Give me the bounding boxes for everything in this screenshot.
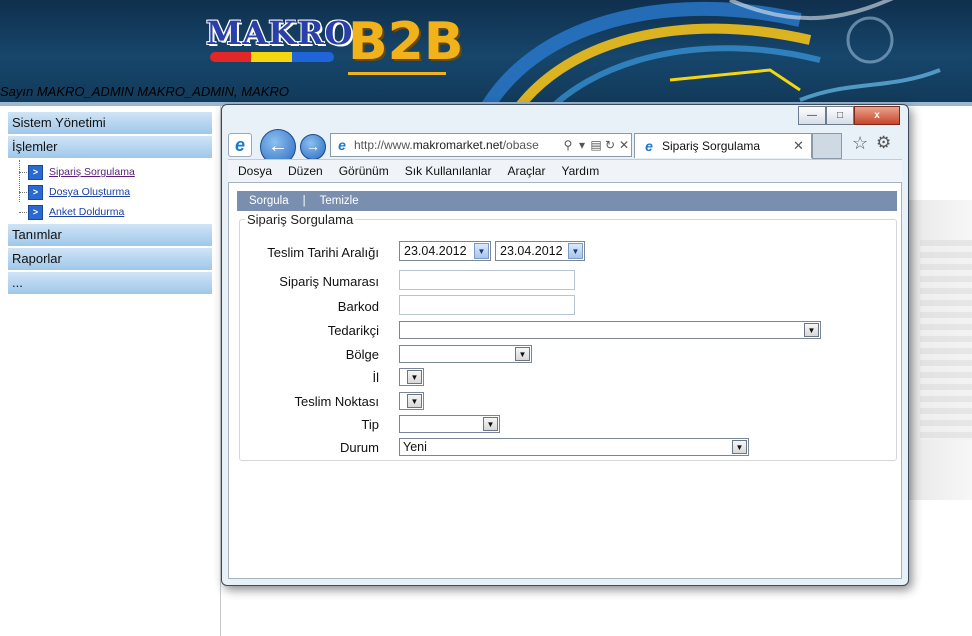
city-select[interactable]: ▼ xyxy=(399,368,424,386)
browser-nav-row: e ← → e http://www.makromarket.net/obase… xyxy=(228,129,902,165)
b2b-logo-text: B2B xyxy=(348,12,464,72)
menu-araclar[interactable]: Araçlar xyxy=(507,164,545,178)
background-image xyxy=(920,240,972,440)
date-range-label: Teslim Tarihi Aralığı xyxy=(267,245,379,260)
minimize-button[interactable]: — xyxy=(798,106,826,125)
order-number-input[interactable] xyxy=(399,270,575,290)
chevron-down-icon[interactable]: ▼ xyxy=(483,417,498,431)
browser-window: — □ x e ← → e http://www.makromarket.net… xyxy=(221,104,909,586)
browser-menubar: Dosya Düzen Görünüm Sık Kullanılanlar Ar… xyxy=(228,159,902,182)
order-number-label: Sipariş Numarası xyxy=(279,274,379,289)
makro-logo-text: MAKRO xyxy=(206,14,354,52)
window-controls: — □ x xyxy=(798,106,900,125)
welcome-text: Sayın MAKRO_ADMIN MAKRO_ADMIN, MAKRO xyxy=(0,84,289,99)
address-bar[interactable]: e http://www.makromarket.net/obase ⚲ ▾ ▤… xyxy=(330,133,632,157)
menu-category-islemler[interactable]: İşlemler xyxy=(8,136,212,160)
favorites-star-icon[interactable]: ☆ xyxy=(852,133,868,154)
makro-logo-stripes xyxy=(210,52,334,62)
compatibility-icon[interactable]: ▤ xyxy=(589,138,603,152)
url-prefix: http://www. xyxy=(354,138,413,152)
menu-category-raporlar[interactable]: Raporlar xyxy=(8,248,212,272)
search-icon[interactable]: ⚲ xyxy=(561,138,575,152)
tab-close-icon[interactable]: ✕ xyxy=(793,138,811,154)
submenu-item-siparis-sorgulama[interactable]: > Sipariş Sorgulama xyxy=(8,162,212,182)
type-label: Tip xyxy=(361,417,379,432)
menu-category-sistem-yonetimi[interactable]: Sistem Yönetimi xyxy=(8,112,212,136)
dropdown-icon[interactable]: ▾ xyxy=(575,138,589,152)
type-select[interactable]: ▼ xyxy=(399,415,500,433)
chevron-down-icon[interactable]: ▼ xyxy=(407,370,422,384)
barcode-input[interactable] xyxy=(399,295,575,315)
tab-siparis-sorgulama[interactable]: e Sipariş Sorgulama ✕ xyxy=(634,133,812,158)
submenu-item-dosya-olusturma[interactable]: > Dosya Oluşturma xyxy=(8,182,212,202)
supplier-select[interactable]: ▼ xyxy=(399,321,821,339)
url-domain: makromarket.net xyxy=(412,138,503,152)
menu-duzen[interactable]: Düzen xyxy=(288,164,323,178)
chevron-down-icon[interactable]: ▼ xyxy=(515,347,530,361)
arrow-right-icon: > xyxy=(28,204,43,220)
arrow-right-icon: > xyxy=(28,184,43,200)
site-header: MAKRO B2B Sayın MAKRO_ADMIN MAKRO_ADMIN,… xyxy=(0,0,972,102)
chevron-down-icon[interactable]: ▼ xyxy=(407,394,422,408)
forward-button[interactable]: → xyxy=(300,134,326,160)
chevron-down-icon[interactable]: ▼ xyxy=(732,440,747,454)
supplier-label: Tedarikçi xyxy=(327,323,379,338)
menu-sik-kullanilanlar[interactable]: Sık Kullanılanlar xyxy=(405,164,492,178)
tools-gear-icon[interactable]: ⚙ xyxy=(876,133,891,153)
maximize-button[interactable]: □ xyxy=(826,106,854,125)
page-icon: e xyxy=(338,137,346,153)
tab-title: Sipariş Sorgulama xyxy=(662,139,761,153)
submenu-link[interactable]: Anket Doldurma xyxy=(49,206,124,218)
chevron-down-icon[interactable]: ▼ xyxy=(804,323,819,337)
ie-logo-icon: e xyxy=(228,133,252,157)
date-from-value: 23.04.2012 xyxy=(404,244,467,258)
tree-connector xyxy=(19,172,27,173)
toolbar-separator: | xyxy=(302,195,306,207)
menu-category-tanimlar[interactable]: Tanımlar xyxy=(8,224,212,248)
date-to-value: 23.04.2012 xyxy=(500,244,563,258)
status-label: Durum xyxy=(339,440,379,455)
date-to-picker[interactable]: 23.04.2012 ▼ xyxy=(495,241,585,261)
submenu-item-anket-doldurma[interactable]: > Anket Doldurma xyxy=(8,202,212,222)
left-nav-menu: Sistem Yönetimi İşlemler > Sipariş Sorgu… xyxy=(8,112,212,296)
islemler-submenu: > Sipariş Sorgulama > Dosya Oluşturma > … xyxy=(8,160,212,224)
region-select[interactable]: ▼ xyxy=(399,345,532,363)
chevron-down-icon[interactable]: ▼ xyxy=(474,243,489,259)
menu-category-more[interactable]: ... xyxy=(8,272,212,296)
delivery-point-select[interactable]: ▼ xyxy=(399,392,424,410)
tree-connector xyxy=(19,192,27,193)
menu-dosya[interactable]: Dosya xyxy=(238,164,272,178)
tab-page-icon: e xyxy=(645,138,653,154)
city-label: İl xyxy=(372,370,380,385)
fieldset-title: Sipariş Sorgulama xyxy=(245,212,356,227)
chevron-down-icon[interactable]: ▼ xyxy=(568,243,583,259)
date-from-picker[interactable]: 23.04.2012 ▼ xyxy=(399,241,491,261)
page-content: Sorgula | Temizle Sipariş Sorgulama Tesl… xyxy=(228,182,902,579)
barcode-label: Barkod xyxy=(337,299,379,314)
region-label: Bölge xyxy=(345,347,379,362)
arrow-right-icon: > xyxy=(28,164,43,180)
status-select[interactable]: Yeni ▼ xyxy=(399,438,749,456)
sorgula-button[interactable]: Sorgula xyxy=(249,195,289,207)
url-suffix: /obase xyxy=(502,138,539,152)
form-toolbar: Sorgula | Temizle xyxy=(237,191,897,211)
temizle-button[interactable]: Temizle xyxy=(320,195,359,207)
close-window-button[interactable]: x xyxy=(854,106,900,125)
status-value: Yeni xyxy=(403,440,427,454)
refresh-icon[interactable]: ↻ xyxy=(603,138,617,152)
menu-yardim[interactable]: Yardım xyxy=(561,164,599,178)
stop-icon[interactable]: ✕ xyxy=(617,138,631,152)
tree-connector xyxy=(19,212,27,213)
submenu-link[interactable]: Dosya Oluşturma xyxy=(49,186,130,198)
delivery-point-label: Teslim Noktası xyxy=(294,394,379,409)
address-url[interactable]: http://www.makromarket.net/obase xyxy=(354,138,561,152)
new-tab-button[interactable] xyxy=(812,133,842,159)
menu-gorunum[interactable]: Görünüm xyxy=(339,164,389,178)
submenu-link[interactable]: Sipariş Sorgulama xyxy=(49,166,135,178)
header-decoration xyxy=(482,0,941,102)
b2b-logo-underline xyxy=(348,72,446,75)
